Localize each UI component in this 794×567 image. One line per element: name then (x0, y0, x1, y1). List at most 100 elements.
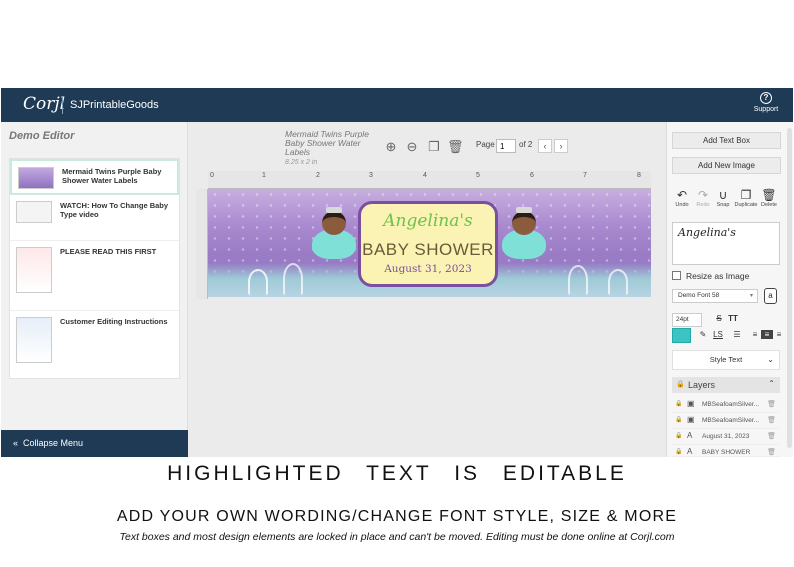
chevron-down-icon: ⌄ (767, 355, 774, 364)
mermaid-baby-left (312, 205, 356, 259)
top-bar: Corjl SJPrintableGoods ? Support (1, 88, 793, 122)
template-item-instructions[interactable]: Customer Editing Instructions (10, 311, 179, 377)
style-text-button[interactable]: Style Text ⌄ (672, 350, 780, 370)
duplicate-button[interactable]: ❐ Duplicate (733, 188, 759, 208)
tiara-icon (516, 207, 532, 213)
ruler-number: 5 (476, 172, 480, 179)
layer-item[interactable]: 🔒 ▣ MBSeafoamSilver... 🗑 (672, 397, 780, 413)
prev-page-button[interactable]: ‹ (538, 139, 552, 153)
zoom-in-icon[interactable]: ⊕ (383, 139, 399, 155)
collapse-menu-button[interactable]: « Collapse Menu (1, 430, 188, 457)
style-text-label: Style Text (709, 355, 743, 364)
label-plaque: Angelina's BABY SHOWER August 31, 2023 (358, 201, 498, 287)
trash-icon: 🗑 (761, 188, 777, 202)
text-icon: A (687, 447, 693, 456)
resize-as-image-toggle[interactable]: Resize as Image (672, 271, 749, 281)
layer-item[interactable]: 🔒 A BABY SHOWER 🗑 (672, 445, 780, 457)
delete-label: Delete (761, 202, 777, 208)
align-right-icon[interactable]: ≡ (773, 330, 785, 339)
duplicate-label: Duplicate (734, 202, 758, 208)
lock-icon[interactable]: 🔒 (675, 432, 682, 439)
uppercase-icon[interactable]: TT (727, 314, 739, 323)
text-edit-field[interactable]: Angelina's (672, 222, 780, 265)
image-icon: ▣ (687, 415, 695, 424)
duplicate-icon: ❐ (740, 188, 752, 202)
tiara-icon (326, 207, 342, 213)
corjl-logo[interactable]: Corjl (23, 94, 65, 114)
redo-button[interactable]: ↷ Redo (692, 188, 714, 208)
mermaid-baby-right (502, 205, 546, 259)
page-number-input[interactable] (496, 139, 516, 153)
panel-title: Demo Editor (9, 130, 75, 142)
next-page-button[interactable]: › (554, 139, 568, 153)
panel-scrollbar[interactable] (787, 128, 792, 448)
lock-icon[interactable]: 🔒 (675, 448, 682, 455)
help-icon: ? (760, 92, 772, 104)
editable-date-text[interactable]: August 31, 2023 (361, 263, 495, 275)
water-label-design[interactable]: Angelina's BABY SHOWER August 31, 2023 (208, 189, 651, 297)
baby-head (322, 211, 346, 235)
trash-icon[interactable]: 🗑 (447, 139, 464, 155)
mockup-frame: Corjl SJPrintableGoods ? Support Demo Ed… (0, 0, 794, 567)
support-label: Support (753, 106, 779, 113)
magnet-icon: ∪ (718, 188, 728, 202)
page-total: of 2 (519, 140, 533, 149)
template-item-water-labels[interactable]: Mermaid Twins Purple Baby Shower Water L… (10, 159, 179, 195)
zoom-out-icon[interactable]: ⊖ (404, 139, 420, 155)
color-picker-icon[interactable]: ✎ (697, 330, 709, 339)
layer-label: BABY SHOWER (702, 449, 751, 456)
template-thumbnail (16, 201, 52, 223)
copy-icon[interactable]: ❐ (426, 139, 442, 155)
strikethrough-icon[interactable]: S (713, 314, 725, 323)
template-item-read-first[interactable]: PLEASE READ THIS FIRST (10, 241, 179, 311)
redo-icon: ↷ (697, 188, 709, 202)
editable-title-text[interactable]: BABY SHOWER (361, 240, 495, 260)
lock-icon: 🔒 (676, 381, 685, 388)
align-left-icon[interactable]: ≡ (749, 330, 761, 339)
delete-button[interactable]: 🗑 Delete (758, 188, 780, 208)
trash-icon[interactable]: 🗑 (767, 416, 776, 424)
layers-header[interactable]: 🔒 Layers ⌃ (672, 377, 780, 393)
layer-item[interactable]: 🔒 A August 31, 2023 🗑 (672, 429, 780, 445)
trash-icon[interactable]: 🗑 (767, 448, 776, 456)
ruler-number: 8 (637, 172, 641, 179)
font-select[interactable]: Demo Font 58 ▾ (672, 289, 758, 303)
template-list: Mermaid Twins Purple Baby Shower Water L… (9, 158, 180, 379)
layer-item[interactable]: 🔒 ▣ MBSeafoamSilver... 🗑 (672, 413, 780, 429)
text-color-swatch[interactable] (672, 328, 691, 343)
align-center-icon[interactable]: ≡ (761, 330, 773, 339)
support-button[interactable]: ? Support (753, 92, 779, 113)
template-label: Mermaid Twins Purple Baby Shower Water L… (62, 167, 162, 185)
coral-decoration (608, 269, 628, 295)
template-thumbnail (16, 317, 52, 363)
undo-button[interactable]: ↶ Undo (671, 188, 693, 208)
resize-label: Resize as Image (686, 271, 750, 281)
horizontal-ruler: 0 1 2 3 4 5 6 7 8 (208, 171, 651, 189)
editable-name-text[interactable]: Angelina's (361, 211, 495, 231)
trash-icon[interactable]: 🗑 (767, 400, 776, 408)
line-height-icon[interactable]: ☰ (731, 330, 743, 339)
baby-head (512, 211, 536, 235)
document-name: Mermaid Twins Purple Baby Shower Water L… (285, 129, 369, 157)
add-new-image-button[interactable]: Add New Image (672, 157, 781, 174)
lock-icon[interactable]: 🔒 (675, 400, 682, 407)
font-name: Demo Font 58 (678, 292, 720, 299)
shop-name: SJPrintableGoods (70, 99, 159, 111)
add-text-box-button[interactable]: Add Text Box (672, 132, 781, 149)
font-preview-icon[interactable]: a (764, 288, 777, 304)
ruler-number: 0 (210, 172, 214, 179)
snap-label: Snap (716, 202, 730, 208)
template-label: PLEASE READ THIS FIRST (60, 247, 157, 256)
coral-decoration (568, 265, 588, 295)
ruler-number: 3 (369, 172, 373, 179)
coral-decoration (248, 269, 268, 295)
chevron-up-icon: ⌃ (768, 379, 775, 388)
trash-icon[interactable]: 🗑 (767, 432, 776, 440)
lock-icon[interactable]: 🔒 (675, 416, 682, 423)
font-size-select[interactable]: 24pt (672, 313, 702, 327)
template-item-video[interactable]: WATCH: How To Change Baby Type video (10, 195, 179, 241)
font-size-value: 24pt (676, 316, 689, 323)
snap-button[interactable]: ∪ Snap (712, 188, 734, 208)
letter-spacing-icon[interactable]: LS (712, 330, 724, 339)
left-panel: Demo Editor Mermaid Twins Purple Baby Sh… (1, 122, 188, 457)
